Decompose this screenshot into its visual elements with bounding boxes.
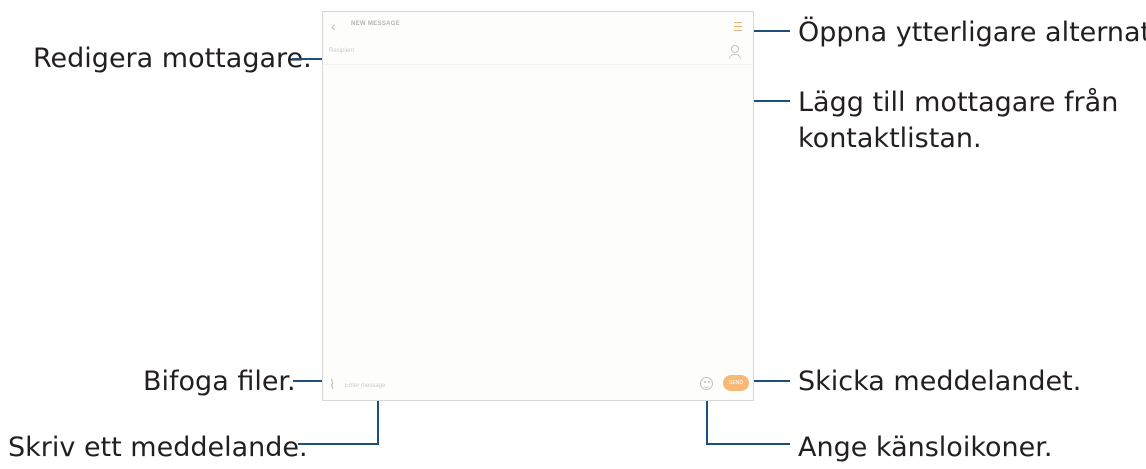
callout-add-from-contacts-line1: Lägg till mottagare från — [798, 87, 1119, 118]
more-options-icon[interactable] — [733, 19, 743, 31]
callout-line-send-message — [750, 380, 790, 382]
message-compose-screen: ‹ NEW MESSAGE Recipient ⌇ SEND — [322, 11, 754, 401]
recipient-field[interactable]: Recipient — [329, 48, 354, 54]
page-title: NEW MESSAGE — [351, 21, 400, 27]
callout-write-message: Skriv ett meddelande. — [8, 432, 308, 463]
app-header: ‹ NEW MESSAGE — [323, 12, 753, 42]
message-input[interactable] — [345, 381, 645, 391]
callout-emoticons: Ange känsloikoner. — [798, 432, 1053, 463]
callout-more-options: Öppna ytterligare alternativ. — [798, 17, 1146, 48]
add-contact-icon[interactable] — [729, 45, 741, 59]
callout-edit-recipients: Redigera mottagare. — [33, 43, 312, 74]
callout-send-message: Skicka meddelandet. — [798, 366, 1082, 397]
divider — [323, 64, 753, 65]
back-arrow-icon[interactable]: ‹ — [331, 18, 345, 34]
emoticon-icon[interactable] — [700, 377, 713, 390]
send-button[interactable]: SEND — [723, 375, 749, 391]
composer-bar: ⌇ SEND — [323, 370, 753, 400]
callout-line-write-message-horizontal — [298, 443, 379, 445]
callout-add-from-contacts-line2: kontaktlistan. — [798, 123, 982, 154]
paperclip-icon[interactable]: ⌇ — [329, 378, 341, 392]
callout-line-emoticons-horizontal — [706, 443, 790, 445]
callout-line-more-options — [752, 30, 790, 32]
callout-attach-files: Bifoga filer. — [143, 366, 296, 397]
